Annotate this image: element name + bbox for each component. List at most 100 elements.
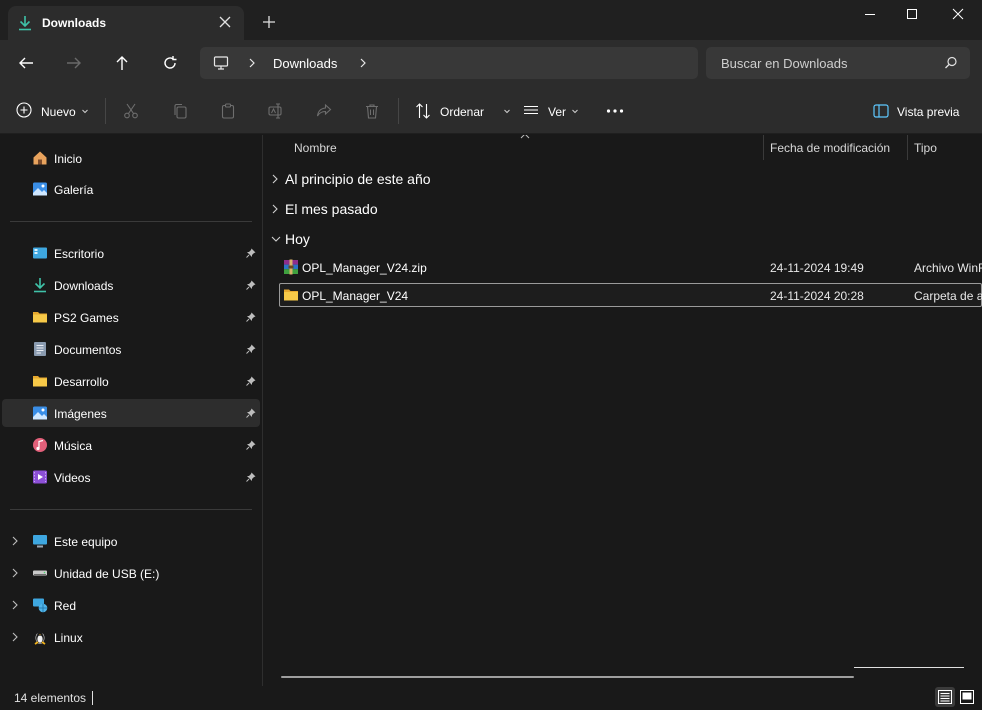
chevron-down-icon[interactable] (271, 235, 281, 243)
sidebar-item-linux[interactable]: Linux (2, 623, 260, 651)
group-header[interactable]: Al principio de este año (269, 166, 969, 192)
sidebar-item-label: Este equipo (54, 535, 118, 549)
sidebar-item-music[interactable]: Música (2, 431, 260, 459)
chevron-down-icon (504, 109, 510, 114)
sidebar-item-development[interactable]: Desarrollo (2, 367, 260, 395)
group-header[interactable]: Hoy (269, 226, 969, 252)
sidebar-item-usb-drive[interactable]: Unidad de USB (E:) (2, 559, 260, 587)
new-tab-icon[interactable] (262, 15, 276, 29)
copy-icon[interactable] (172, 103, 188, 119)
chevron-right-icon[interactable] (11, 600, 19, 610)
minimize-icon[interactable] (856, 6, 884, 22)
chevron-right-icon[interactable] (11, 536, 19, 546)
file-row[interactable]: OPL_Manager_V24.zip 24-11-2024 19:49 Arc… (279, 255, 982, 279)
preview-pane-button[interactable]: Vista previa (873, 86, 973, 134)
up-arrow-icon[interactable] (114, 55, 130, 71)
forward-arrow-icon[interactable] (66, 55, 82, 71)
close-window-icon[interactable] (944, 6, 972, 22)
maximize-icon[interactable] (898, 6, 926, 22)
new-label: Nuevo (41, 105, 76, 119)
back-arrow-icon[interactable] (18, 55, 34, 71)
sidebar-item-label: Documentos (54, 343, 122, 357)
horizontal-scrollbar[interactable] (281, 676, 854, 678)
sidebar-item-desktop[interactable]: Escritorio (2, 239, 260, 267)
address-bar[interactable]: Downloads (200, 47, 698, 79)
sort-ascending-icon (520, 135, 530, 139)
file-name: OPL_Manager_V24.zip (302, 261, 427, 275)
file-date: 24-11-2024 20:28 (770, 289, 864, 303)
breadcrumb-downloads[interactable]: Downloads (273, 56, 337, 71)
chevron-down-icon (572, 109, 578, 114)
rename-icon[interactable] (268, 103, 284, 119)
computer-icon[interactable] (213, 55, 229, 71)
view-button[interactable]: Ver (523, 86, 583, 134)
chevron-right-icon[interactable] (358, 57, 368, 69)
sidebar-item-pictures[interactable]: Imágenes (2, 399, 260, 427)
network-icon (33, 598, 48, 613)
sidebar-item-gallery[interactable]: Galería (2, 175, 260, 203)
search-icon[interactable] (944, 56, 958, 70)
pin-icon[interactable] (246, 312, 256, 322)
tab-downloads[interactable]: Downloads (8, 6, 244, 40)
large-icons-view-button[interactable] (957, 687, 977, 707)
search-box[interactable]: Buscar en Downloads (706, 47, 970, 79)
file-type: Carpeta de a (914, 289, 982, 303)
sidebar-item-home[interactable]: Inicio (2, 144, 260, 172)
more-options-icon[interactable] (606, 108, 624, 114)
sidebar-item-downloads[interactable]: Downloads (2, 271, 260, 299)
sort-button[interactable]: Ordenar (415, 86, 515, 134)
chevron-right-icon[interactable] (247, 57, 257, 69)
navigation-bar: Downloads Buscar en Downloads (0, 40, 982, 86)
download-icon (19, 16, 31, 31)
refresh-icon[interactable] (162, 55, 178, 71)
chevron-right-icon[interactable] (271, 174, 279, 184)
sidebar-item-label: Galería (54, 183, 94, 197)
sidebar-item-videos[interactable]: Videos (2, 463, 260, 491)
sidebar-item-label: Escritorio (54, 247, 105, 261)
pin-icon[interactable] (246, 376, 256, 386)
tab-title: Downloads (42, 16, 107, 30)
sidebar-item-label: Downloads (54, 279, 114, 293)
paste-icon[interactable] (220, 103, 236, 119)
search-placeholder[interactable]: Buscar en Downloads (721, 56, 847, 71)
status-bar: 14 elementos (0, 686, 982, 710)
file-date: 24-11-2024 19:49 (770, 261, 864, 275)
group-label: El mes pasado (285, 201, 378, 217)
pictures-icon (33, 406, 47, 420)
chevron-right-icon[interactable] (11, 568, 19, 578)
column-separator[interactable] (763, 135, 764, 160)
pin-icon[interactable] (246, 280, 256, 290)
delete-icon[interactable] (364, 103, 380, 119)
sidebar-item-network[interactable]: Red (2, 591, 260, 619)
column-header-date[interactable]: Fecha de modificación (770, 141, 890, 155)
sidebar-item-ps2-games[interactable]: PS2 Games (2, 303, 260, 331)
plus-circle-icon (16, 102, 32, 118)
group-header[interactable]: El mes pasado (269, 196, 969, 222)
cut-icon[interactable] (123, 103, 139, 119)
column-header-type[interactable]: Tipo (914, 141, 937, 155)
file-row[interactable]: OPL_Manager_V24 24-11-2024 20:28 Carpeta… (279, 283, 982, 307)
chevron-right-icon[interactable] (11, 632, 19, 642)
preview-pane-icon (873, 104, 889, 118)
sidebar-item-this-pc[interactable]: Este equipo (2, 527, 260, 555)
sidebar-item-documents[interactable]: Documentos (2, 335, 260, 363)
details-view-icon (938, 690, 952, 704)
column-separator[interactable] (907, 135, 908, 160)
pin-icon[interactable] (246, 408, 256, 418)
sort-label: Ordenar (440, 105, 485, 119)
home-icon (33, 151, 47, 165)
pin-icon[interactable] (246, 472, 256, 482)
new-button[interactable]: Nuevo (10, 86, 96, 134)
preview-label: Vista previa (897, 105, 960, 119)
column-header-name[interactable]: Nombre (294, 141, 337, 155)
share-icon[interactable] (316, 103, 332, 119)
pin-icon[interactable] (246, 440, 256, 450)
close-tab-icon[interactable] (218, 15, 232, 29)
gallery-icon (33, 182, 47, 196)
chevron-right-icon[interactable] (271, 204, 279, 214)
videos-icon (33, 470, 47, 484)
pin-icon[interactable] (246, 248, 256, 258)
pin-icon[interactable] (246, 344, 256, 354)
sidebar-item-label: Red (54, 599, 77, 613)
details-view-button[interactable] (935, 687, 955, 707)
